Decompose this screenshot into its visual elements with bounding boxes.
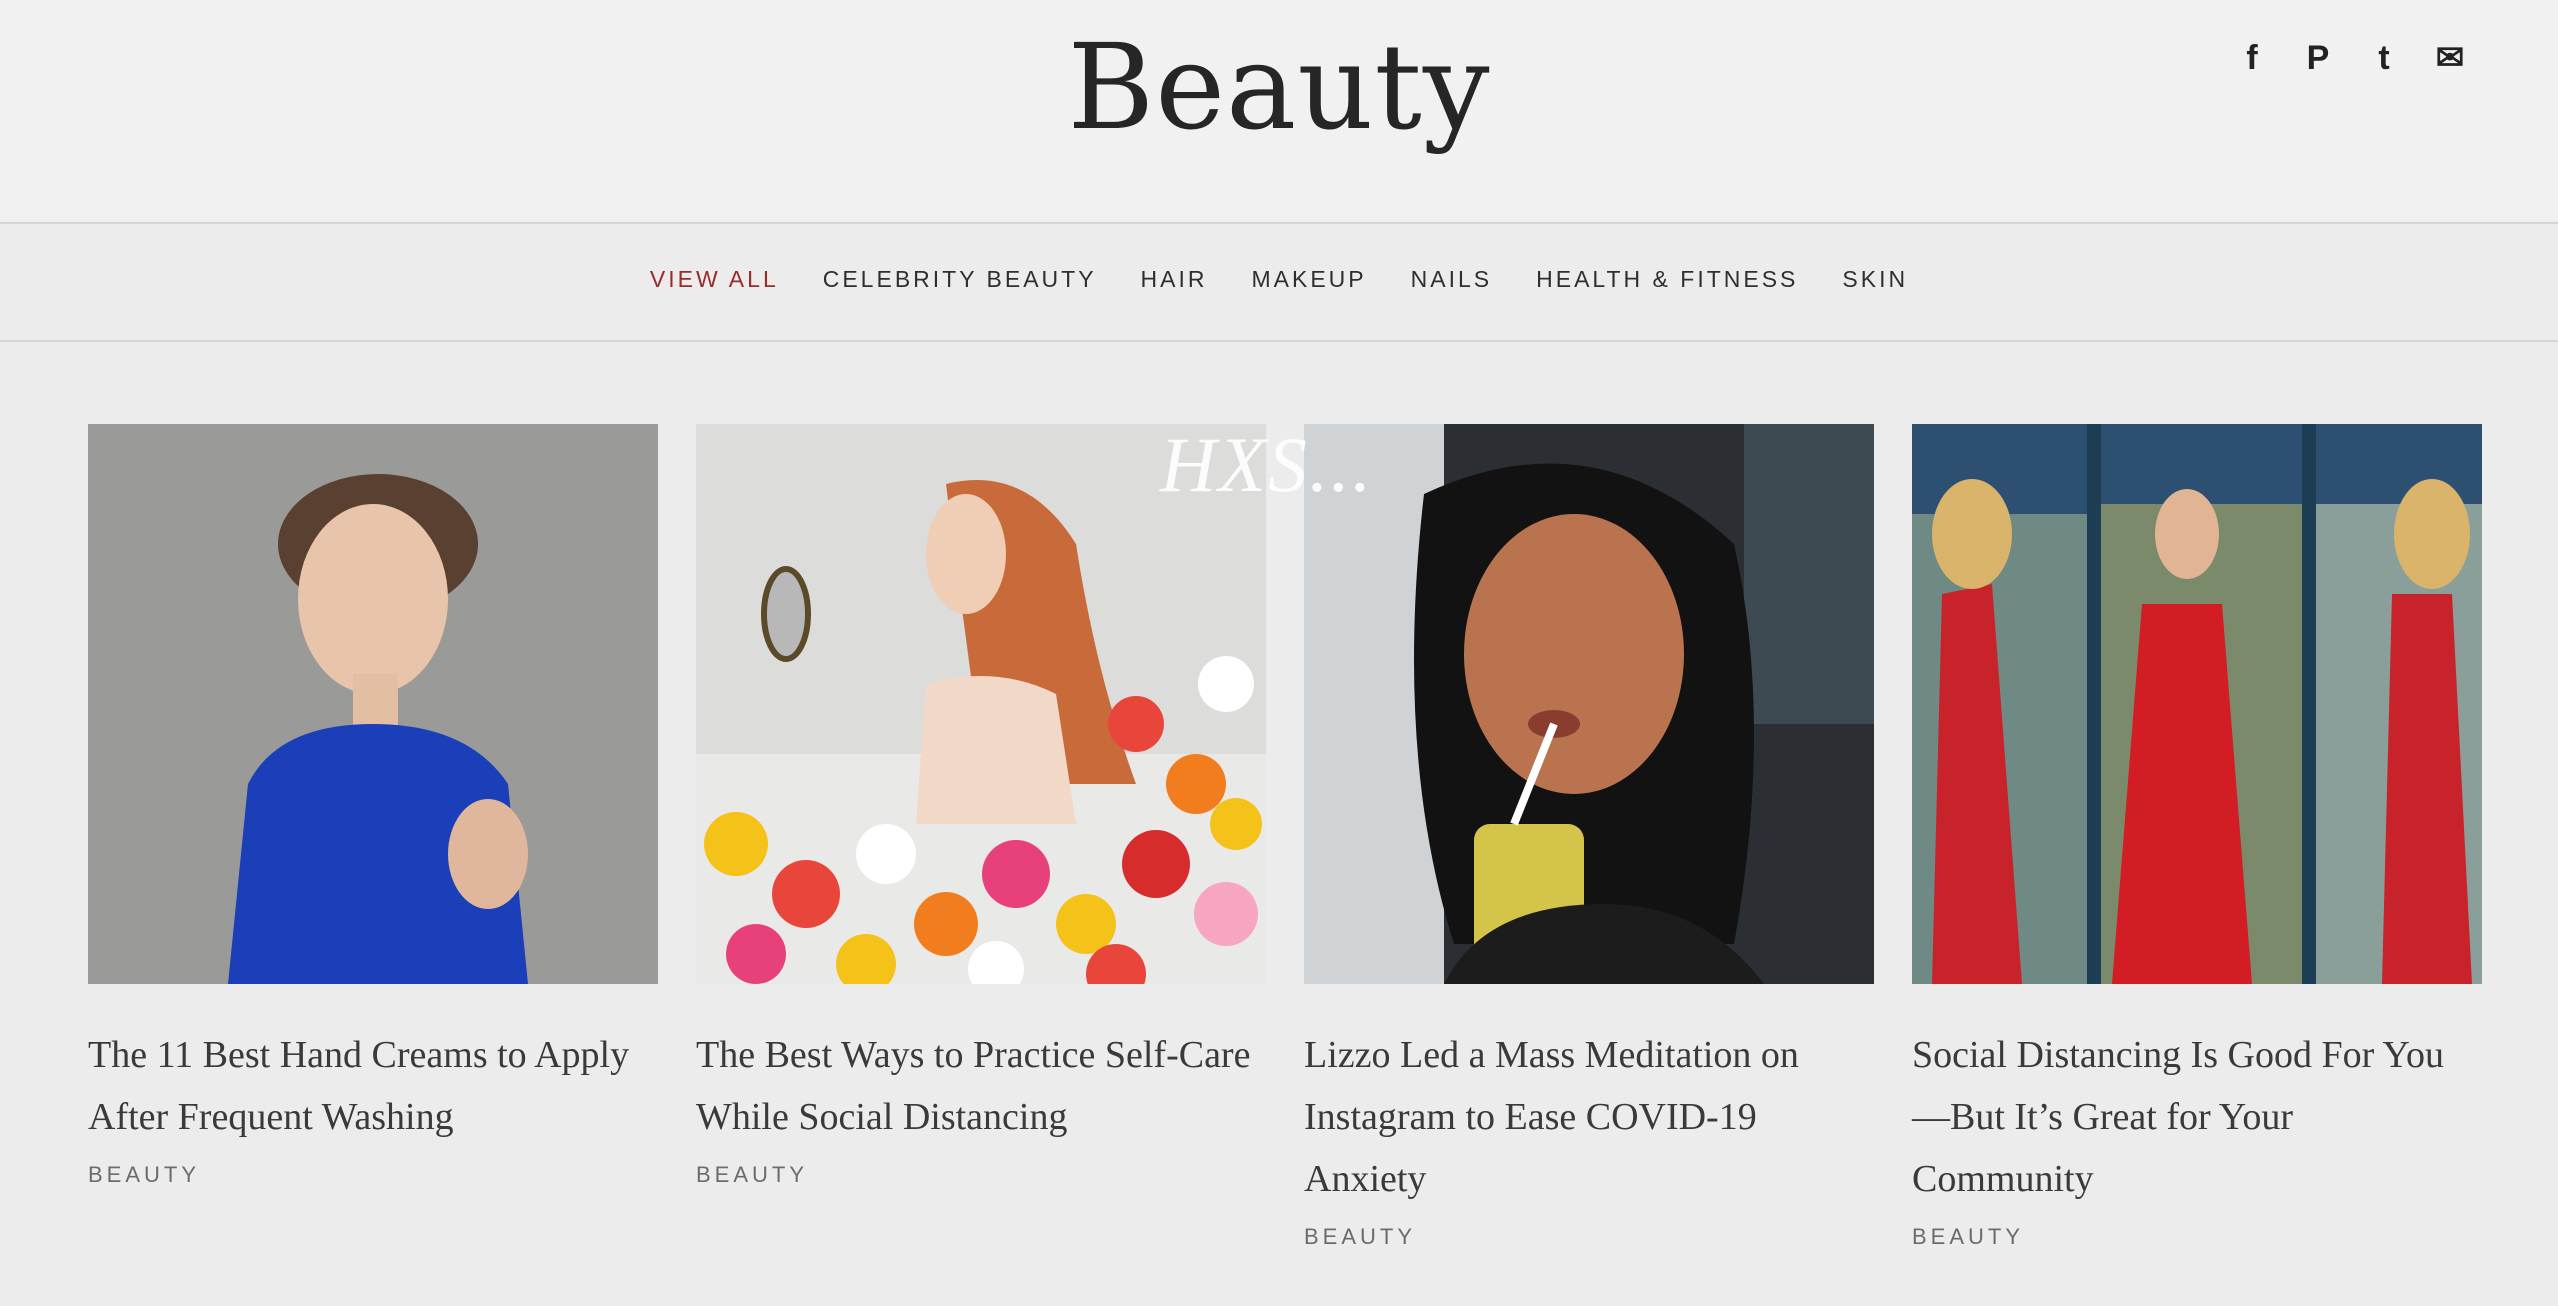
nav-item-skin[interactable]: SKIN [1842,266,1908,293]
article-category[interactable]: BEAUTY [696,1162,1266,1188]
article-title[interactable]: Lizzo Led a Mass Meditation on Instagram… [1304,1024,1874,1210]
nav-item-hair[interactable]: HAIR [1141,266,1208,293]
page-title: Beauty [1067,18,1491,156]
social-links: f P t ✉ [2234,39,2468,78]
divider-bottom [0,340,2558,342]
article-title[interactable]: Social Distancing Is Good For You—But It… [1912,1024,2482,1210]
twitter-icon[interactable]: t [2366,39,2402,77]
email-icon[interactable]: ✉ [2432,39,2468,77]
facebook-icon[interactable]: f [2234,39,2270,77]
watermark-text: HXS... [1160,421,1374,508]
article-category[interactable]: BEAUTY [1304,1224,1874,1250]
article-category[interactable]: BEAUTY [1912,1224,2482,1250]
article-image-lizzo-drink[interactable] [1304,424,1874,984]
article-category[interactable]: BEAUTY [88,1162,658,1188]
nav-item-nails[interactable]: NAILS [1411,266,1492,293]
pinterest-icon[interactable]: P [2300,39,2336,77]
article-image-women-red-dresses[interactable] [1912,424,2482,984]
divider-top [0,222,2558,224]
nav-item-view-all[interactable]: VIEW ALL [650,266,779,293]
nav-item-makeup[interactable]: MAKEUP [1252,266,1367,293]
article-card: The 11 Best Hand Creams to Apply After F… [88,424,658,1250]
nav-item-health-fitness[interactable]: HEALTH & FITNESS [1536,266,1798,293]
article-card: The Best Ways to Practice Self-Care Whil… [696,424,1266,1250]
article-grid: The 11 Best Hand Creams to Apply After F… [88,424,2488,1250]
article-card: Social Distancing Is Good For You—But It… [1912,424,2482,1250]
article-title[interactable]: The Best Ways to Practice Self-Care Whil… [696,1024,1266,1148]
nav-item-celebrity-beauty[interactable]: CELEBRITY BEAUTY [823,266,1097,293]
article-card: Lizzo Led a Mass Meditation on Instagram… [1304,424,1874,1250]
article-image-model-blue-top[interactable] [88,424,658,984]
article-title[interactable]: The 11 Best Hand Creams to Apply After F… [88,1024,658,1148]
category-nav: VIEW ALL CELEBRITY BEAUTY HAIR MAKEUP NA… [0,266,2558,293]
